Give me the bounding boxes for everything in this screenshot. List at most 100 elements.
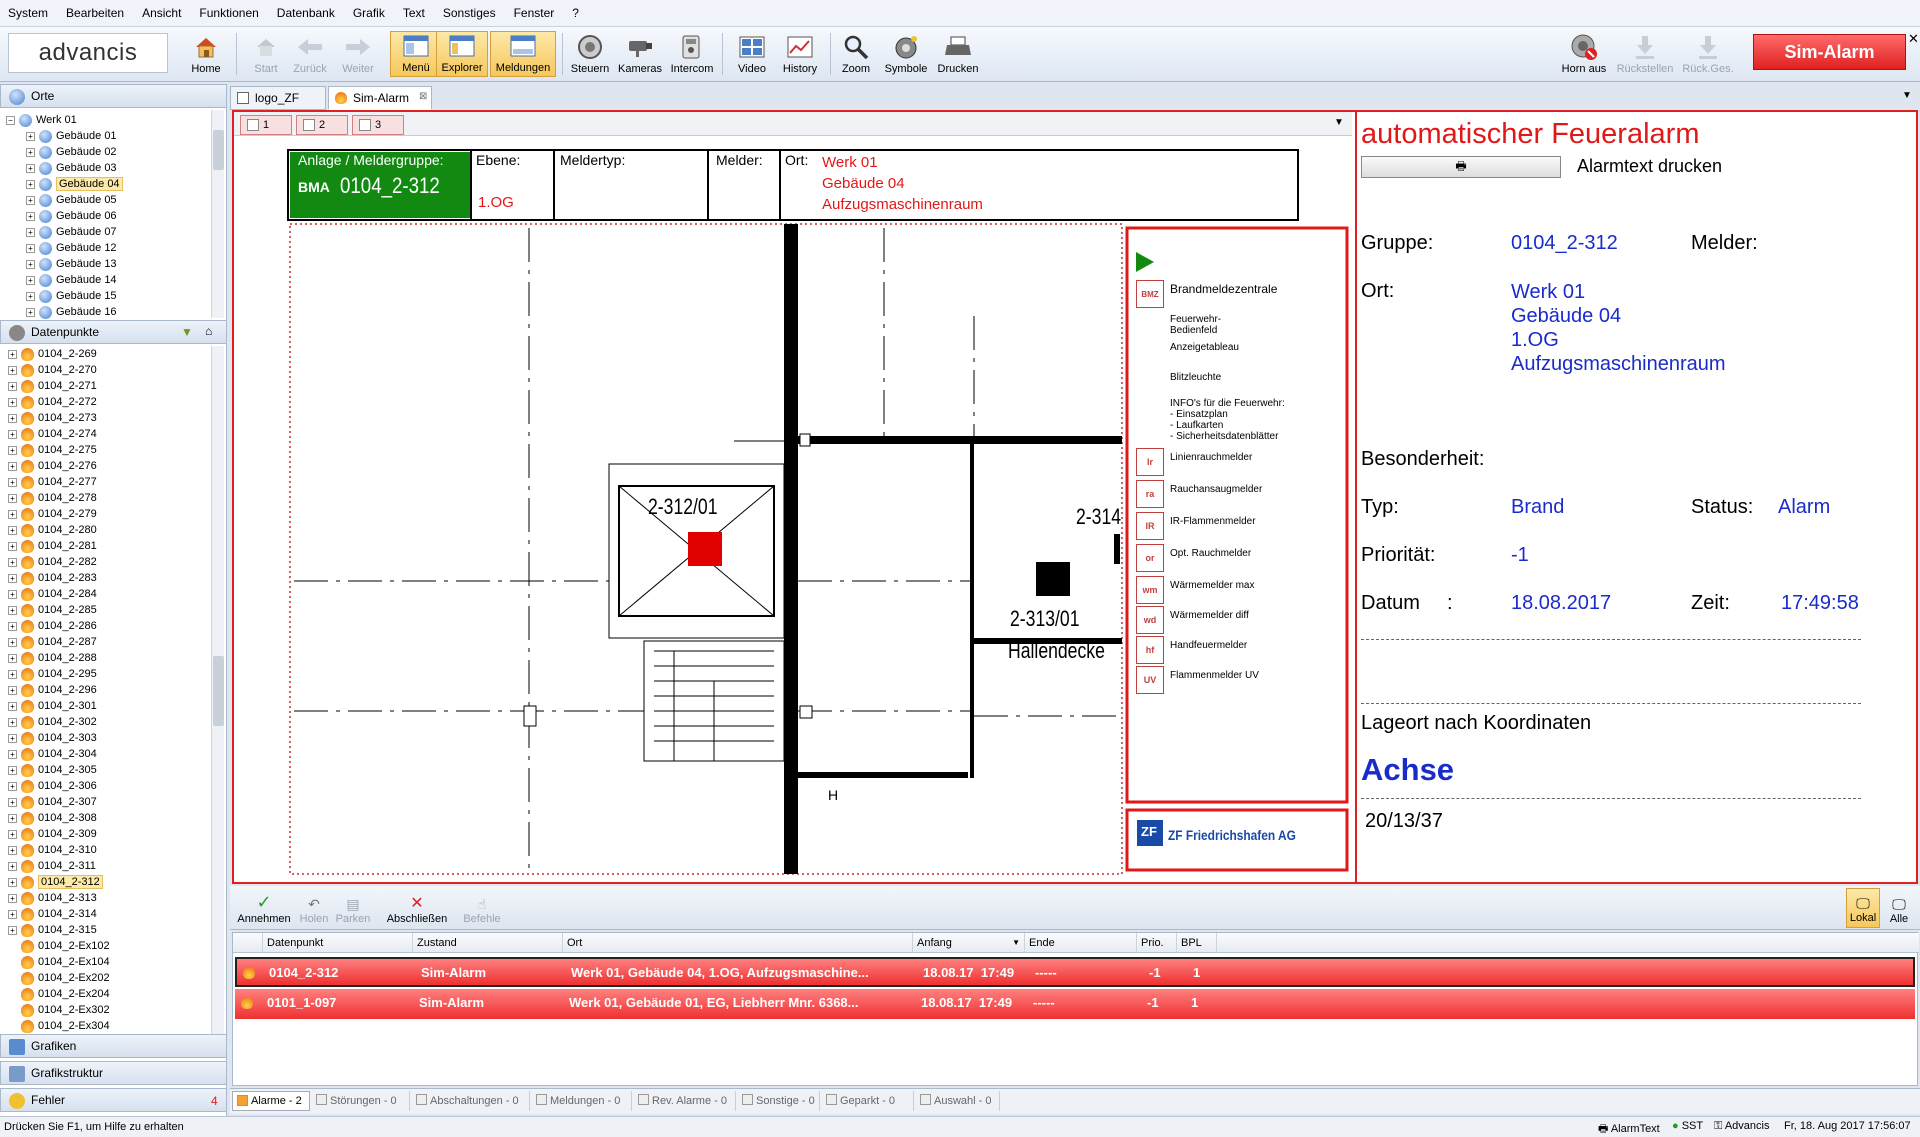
menu-functions[interactable]: Funktionen [199, 6, 258, 20]
datapoint-item[interactable]: +0104_2-314 [8, 906, 97, 922]
print-button[interactable]: Drucken [932, 31, 984, 77]
menu-text[interactable]: Text [403, 6, 425, 20]
sim-alarm-button[interactable]: Sim-Alarm [1753, 34, 1906, 70]
locations-scrollbar[interactable] [211, 110, 224, 318]
tree-item-building[interactable]: + Gebäude 12 [26, 240, 117, 256]
bottom-tab[interactable]: Meldungen - 0 [532, 1091, 632, 1111]
reset-all-button[interactable]: Rück.Ges. [1680, 31, 1736, 77]
datapoint-item[interactable]: 0104_2-Ex202 [8, 970, 110, 986]
datapoint-item[interactable]: +0104_2-307 [8, 794, 97, 810]
tab-sim-alarm[interactable]: Sim-Alarm ⊠ [328, 86, 432, 110]
park-button[interactable]: ▤ Parken [334, 888, 372, 928]
horn-off-button[interactable]: Horn aus [1558, 31, 1610, 77]
datapoint-item[interactable]: +0104_2-309 [8, 826, 97, 842]
all-button[interactable]: 🖵 Alle [1884, 888, 1914, 928]
datapoint-item[interactable]: +0104_2-272 [8, 394, 97, 410]
reset-button[interactable]: Rückstellen [1614, 31, 1676, 77]
explorer-toggle-button[interactable]: Explorer [436, 31, 488, 77]
col-state[interactable]: Zustand [413, 933, 563, 953]
datapoint-item[interactable]: 0104_2-Ex102 [8, 938, 110, 954]
tree-item-werk-01[interactable]: − Werk 01 [6, 112, 77, 128]
col-priority[interactable]: Prio. [1137, 933, 1177, 953]
col-datapoint[interactable]: Datenpunkt [263, 933, 413, 953]
tree-item-building[interactable]: + Gebäude 15 [26, 288, 117, 304]
datapoint-item[interactable]: +0104_2-288 [8, 650, 97, 666]
tree-item-building[interactable]: + Gebäude 07 [26, 224, 117, 240]
bottom-tab[interactable]: Alarme - 2 [232, 1091, 310, 1111]
bottom-tab[interactable]: Geparkt - 0 [822, 1091, 914, 1111]
errors-header[interactable]: Fehler 4 [0, 1088, 227, 1112]
datapoint-item[interactable]: +0104_2-304 [8, 746, 97, 762]
menu-misc[interactable]: Sonstiges [443, 6, 496, 20]
datapoint-item[interactable]: 0104_2-Ex304 [8, 1018, 110, 1034]
col-start[interactable]: Anfang ▼ [913, 933, 1025, 953]
menu-system[interactable]: System [8, 6, 48, 20]
datapoint-item[interactable]: +0104_2-286 [8, 618, 97, 634]
symbols-button[interactable]: Symbole [880, 31, 932, 77]
menu-window[interactable]: Fenster [514, 6, 555, 20]
menu-edit[interactable]: Bearbeiten [66, 6, 124, 20]
menu-view[interactable]: Ansicht [142, 6, 181, 20]
fetch-button[interactable]: ↶ Holen [298, 888, 330, 928]
zoom-button[interactable]: Zoom [830, 31, 882, 77]
tree-item-building[interactable]: + Gebäude 14 [26, 272, 117, 288]
tab-logo-zf[interactable]: logo_ZF [230, 86, 326, 110]
datapoint-item[interactable]: +0104_2-282 [8, 554, 97, 570]
datapoint-item[interactable]: +0104_2-269 [8, 346, 97, 362]
datapoint-item[interactable]: +0104_2-287 [8, 634, 97, 650]
bottom-tab[interactable]: Abschaltungen - 0 [412, 1091, 530, 1111]
commands-button[interactable]: ☝ Befehle [462, 888, 502, 928]
datapoint-item[interactable]: +0104_2-278 [8, 490, 97, 506]
datapoints-header[interactable]: Datenpunkte ▼ ⌂ [0, 320, 227, 344]
table-row[interactable]: 0104_2-312 Sim-Alarm Werk 01, Gebäude 04, … [235, 957, 1915, 987]
datapoint-item[interactable]: +0104_2-285 [8, 602, 97, 618]
cameras-button[interactable]: Kameras [614, 31, 666, 77]
datapoint-item[interactable]: +0104_2-270 [8, 362, 97, 378]
locations-header[interactable]: Orte [0, 84, 227, 108]
bottom-tab[interactable]: Sonstige - 0 [738, 1091, 820, 1111]
bottom-tab[interactable]: Rev. Alarme - 0 [634, 1091, 736, 1111]
tree-item-building[interactable]: + Gebäude 05 [26, 192, 117, 208]
messages-toggle-button[interactable]: Meldungen [490, 31, 556, 77]
datapoint-item[interactable]: +0104_2-271 [8, 378, 97, 394]
datapoint-item[interactable]: +0104_2-302 [8, 714, 97, 730]
datapoints-scrollbar[interactable] [211, 346, 224, 1034]
page-tab-3[interactable]: 3 [352, 115, 404, 135]
intercom-button[interactable]: Intercom [666, 31, 718, 77]
datapoint-item[interactable]: +0104_2-279 [8, 506, 97, 522]
datapoint-item[interactable]: +0104_2-273 [8, 410, 97, 426]
datapoint-item[interactable]: 0104_2-Ex104 [8, 954, 110, 970]
datapoint-item[interactable]: +0104_2-303 [8, 730, 97, 746]
datapoint-item[interactable]: +0104_2-305 [8, 762, 97, 778]
table-row[interactable]: 0101_1-097 Sim-Alarm Werk 01, Gebäude 01, … [235, 989, 1915, 1019]
col-bpl[interactable]: BPL [1177, 933, 1217, 953]
tree-item-building[interactable]: + Gebäude 06 [26, 208, 117, 224]
datapoint-item[interactable]: +0104_2-312 [8, 874, 103, 890]
menu-graphics[interactable]: Grafik [353, 6, 385, 20]
datapoint-item[interactable]: +0104_2-301 [8, 698, 97, 714]
control-button[interactable]: Steuern [564, 31, 616, 77]
tree-item-building[interactable]: + Gebäude 03 [26, 160, 117, 176]
datapoint-item[interactable]: +0104_2-277 [8, 474, 97, 490]
page-tab-2[interactable]: 2 [296, 115, 348, 135]
datapoint-item[interactable]: +0104_2-315 [8, 922, 97, 938]
datapoint-item[interactable]: +0104_2-284 [8, 586, 97, 602]
datapoint-item[interactable]: +0104_2-295 [8, 666, 97, 682]
menu-toggle-button[interactable]: Menü [390, 31, 442, 77]
close-icon[interactable]: ✕ [1908, 31, 1919, 47]
col-location[interactable]: Ort [563, 933, 913, 953]
tree-item-building[interactable]: + Gebäude 02 [26, 144, 117, 160]
datapoint-item[interactable]: +0104_2-283 [8, 570, 97, 586]
datapoint-item[interactable]: +0104_2-275 [8, 442, 97, 458]
local-button[interactable]: 🖵 Lokal [1846, 888, 1880, 928]
accept-button[interactable]: ✓ Annehmen [236, 888, 292, 928]
datapoint-item[interactable]: 0104_2-Ex204 [8, 986, 110, 1002]
datapoint-item[interactable]: +0104_2-281 [8, 538, 97, 554]
graphics-structure-header[interactable]: Grafikstruktur [0, 1061, 227, 1085]
datapoint-item[interactable]: +0104_2-311 [8, 858, 96, 874]
datapoint-item[interactable]: +0104_2-280 [8, 522, 97, 538]
datapoint-item[interactable]: +0104_2-276 [8, 458, 97, 474]
datapoint-item[interactable]: +0104_2-308 [8, 810, 97, 826]
filter-icon[interactable]: ▼ [181, 325, 193, 339]
graphics-header[interactable]: Grafiken [0, 1034, 227, 1058]
